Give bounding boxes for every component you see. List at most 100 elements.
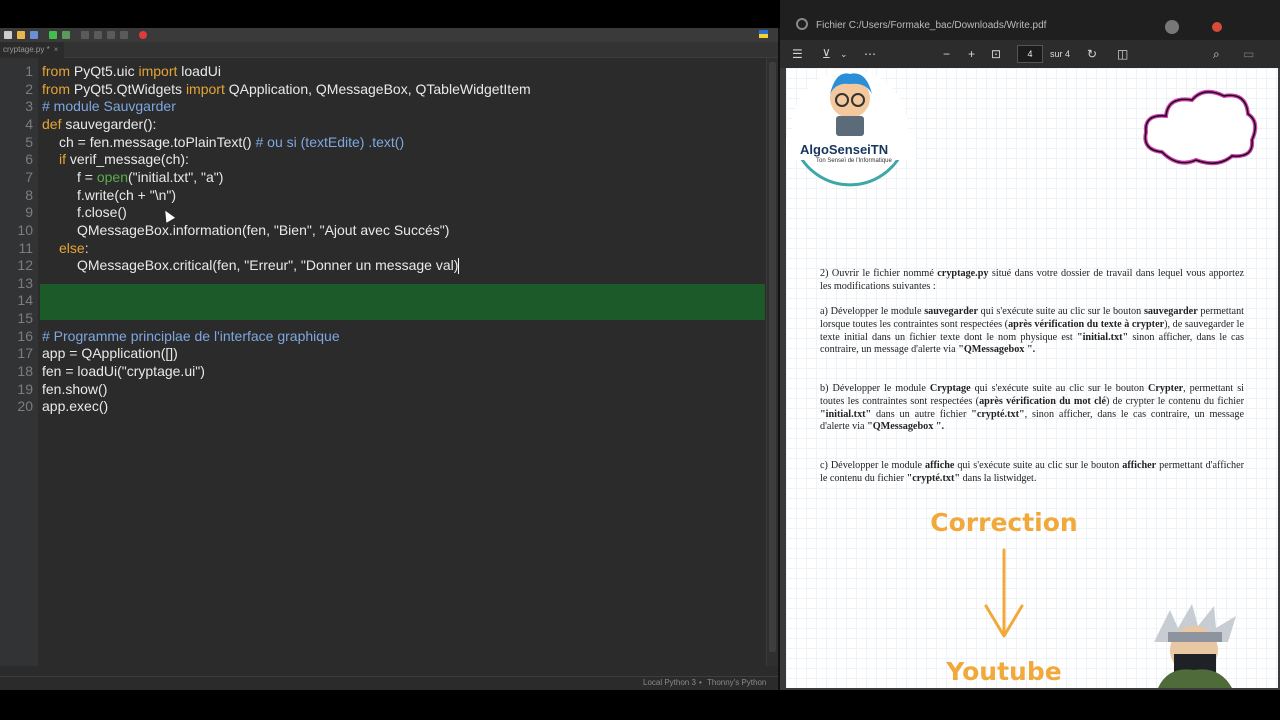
save-icon[interactable]: [30, 31, 38, 39]
code-line[interactable]: else:: [59, 239, 89, 257]
line-number-gutter: 1 2 3 4 5 6 7 8 9 10 11 12 13 14 15 16 17 18 19 20: [0, 58, 38, 666]
builtin-token: open: [96, 168, 129, 185]
correction-label: Correction: [930, 508, 1078, 537]
annotate-icon[interactable]: ⊻: [822, 46, 831, 62]
code-token: :: [84, 239, 89, 256]
code-token: PyQt5.QtWidgets: [70, 80, 186, 97]
code-line[interactable]: QMessageBox.information(fen, "Bien", "Aj…: [77, 221, 449, 239]
step-into-icon[interactable]: [94, 31, 102, 39]
bold-text: après vérification du texte à crypter: [1008, 318, 1165, 330]
code-line[interactable]: # Programme principlae de l'interface gr…: [42, 327, 340, 345]
line-number: 12: [17, 257, 33, 274]
line-number: 8: [25, 186, 33, 203]
file-name: "initial.txt": [820, 408, 872, 420]
stop-icon[interactable]: [139, 31, 147, 39]
code-line[interactable]: fen = loadUi("cryptage.ui"): [42, 362, 205, 380]
text-cursor: [458, 258, 460, 275]
step-over-icon[interactable]: [81, 31, 89, 39]
save-icon[interactable]: ▭: [1243, 46, 1254, 62]
step-out-icon[interactable]: [107, 31, 115, 39]
back-icon[interactable]: [796, 18, 808, 30]
page-number-input[interactable]: 4: [1017, 45, 1043, 63]
code-line[interactable]: from PyQt5.QtWidgets import QApplication…: [42, 80, 531, 98]
keyword-token: def: [42, 115, 62, 132]
logo-subtitle: Ton Senseï de l'Informatique: [816, 158, 892, 164]
keyword-token: import: [138, 63, 178, 79]
current-line-highlight: [40, 284, 765, 320]
text-run: qui s'exécute suite au clic sur le bouto…: [977, 306, 1144, 317]
open-file-icon[interactable]: [17, 31, 25, 39]
browser-top-bar: Fichier C:/Users/Formake_bac/Downloads/W…: [780, 0, 1280, 40]
close-icon[interactable]: ×: [54, 45, 59, 54]
item-c: c) Développer le module affiche qui s'ex…: [820, 460, 1244, 486]
status-separator: •: [699, 678, 702, 687]
bold-text: après vérification du mot clé: [979, 395, 1106, 407]
cloud-icon: [1143, 89, 1258, 166]
screen: cryptage.py * × 1 2 3 4 5 6 7 8 9 10 11 12 13 14 15 16 17…: [0, 0, 1280, 720]
text-run: qui s'exécute suite au clic sur le bouto…: [970, 383, 1149, 394]
line-number: 19: [17, 380, 33, 397]
two-page-icon[interactable]: ◫: [1117, 46, 1128, 62]
line-number: 16: [17, 327, 33, 344]
code-token: f.write(ch + "\n"): [77, 186, 177, 203]
menu-icon[interactable]: ☰: [792, 46, 803, 62]
line-number: 2: [25, 80, 33, 97]
fit-page-icon[interactable]: ⊡: [991, 46, 1001, 62]
code-line[interactable]: if verif_message(ch):: [59, 150, 189, 168]
tab-label: cryptage.py *: [3, 45, 50, 54]
text-run: c) Développer le module: [820, 460, 925, 471]
more-icon[interactable]: ⋯: [864, 46, 876, 62]
line-number: 20: [17, 398, 33, 415]
line-number: 6: [25, 151, 33, 168]
zoom-in-icon[interactable]: +: [968, 46, 975, 62]
code-line[interactable]: f = open("initial.txt", "a"): [77, 168, 223, 186]
keyword-token: if: [59, 151, 66, 168]
code-line[interactable]: def sauvegarder():: [42, 115, 156, 133]
button-name: afficher: [1122, 460, 1157, 471]
vertical-scrollbar[interactable]: [766, 58, 778, 666]
zoom-out-icon[interactable]: −: [943, 46, 950, 62]
down-arrow-icon: [984, 548, 1024, 638]
code-line[interactable]: f.close(): [77, 203, 127, 221]
code-token: fen.show(): [42, 380, 108, 397]
code-token: verif_message(ch):: [66, 151, 189, 168]
text-run: dans la listwidget.: [960, 472, 1037, 484]
interpreter-name[interactable]: Thonny's Python: [707, 678, 766, 687]
line-number: 4: [25, 115, 33, 132]
code-token: ch = fen.message.toPlainText(): [59, 133, 256, 150]
rotate-icon[interactable]: ↻: [1087, 46, 1097, 62]
code-line[interactable]: # module Sauvgarder: [42, 97, 176, 115]
code-line[interactable]: QMessageBox.critical(fen, "Erreur", "Don…: [77, 256, 460, 275]
debug-icon[interactable]: [62, 31, 70, 39]
item-a: a) Développer le module sauvegarder qui …: [820, 306, 1244, 357]
tab-cryptage-py[interactable]: cryptage.py * ×: [0, 42, 65, 58]
address-bar[interactable]: Fichier C:/Users/Formake_bac/Downloads/W…: [816, 20, 1116, 32]
code-line[interactable]: fen.show(): [42, 380, 107, 398]
code-line[interactable]: app = QApplication([]): [42, 344, 178, 362]
new-file-icon[interactable]: [4, 31, 12, 39]
scrollbar-thumb[interactable]: [769, 62, 776, 652]
bold-text: "QMessagebox ".: [958, 344, 1036, 356]
extension-icon[interactable]: [1212, 22, 1222, 32]
keyword-token: from: [42, 63, 70, 79]
bottom-letterbox: [0, 690, 1280, 720]
code-token: app = QApplication([]): [42, 345, 178, 362]
run-icon[interactable]: [49, 31, 57, 39]
search-icon[interactable]: ⌕: [1213, 46, 1220, 62]
interpreter-status[interactable]: Local Python 3: [643, 678, 696, 687]
item-b: b) Développer le module Cryptage qui s'e…: [820, 383, 1244, 434]
logo-brand-text: AlgoSenseiTN: [800, 142, 889, 157]
code-line[interactable]: ch = fen.message.toPlainText() # ou si (…: [59, 133, 404, 151]
line-number: 10: [17, 221, 33, 238]
resume-icon[interactable]: [120, 31, 128, 39]
code-line[interactable]: from PyQt5.uic import loadUi: [42, 62, 221, 80]
code-token: QMessageBox.information(fen, "Bien", "Aj…: [77, 221, 450, 238]
code-line[interactable]: app.exec(): [42, 397, 108, 415]
chevron-down-icon[interactable]: ⌄: [840, 46, 848, 62]
line-number: 3: [25, 98, 33, 115]
module-name: sauvegarder: [924, 306, 978, 317]
flag-icon: [759, 30, 768, 38]
avatar[interactable]: [1165, 20, 1179, 34]
code-editor[interactable]: from PyQt5.uic import loadUi from PyQt5.Q…: [38, 58, 766, 666]
code-line[interactable]: f.write(ch + "\n"): [77, 186, 176, 204]
